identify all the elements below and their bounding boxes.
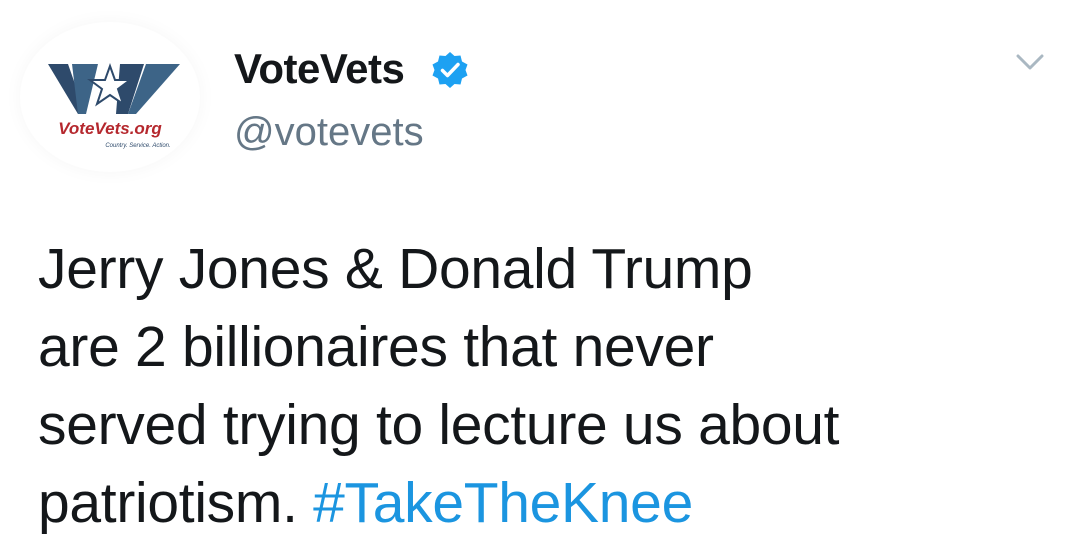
tweet-text-line: served trying to lecture us about — [38, 393, 840, 457]
display-name[interactable]: VoteVets — [234, 44, 405, 94]
tweet-text-line-last: patriotism. #TakeTheKnee — [38, 464, 1048, 542]
profile-avatar[interactable]: VoteVets.org Country. Service. Action. — [20, 22, 200, 172]
verified-badge-icon — [432, 52, 468, 88]
tweet-card: VoteVets.org Country. Service. Action. V… — [0, 0, 1070, 552]
tweet-text-line: patriotism. — [38, 471, 314, 535]
chevron-down-icon[interactable] — [1010, 44, 1050, 80]
logo-wordmark: VoteVets.org — [58, 119, 162, 138]
tweet-text-line: Jerry Jones & Donald Trump — [38, 237, 753, 301]
logo-tagline: Country. Service. Action. — [105, 143, 170, 149]
tweet-text-line: are 2 billionaires that never — [38, 315, 714, 379]
hashtag-link[interactable]: #TakeTheKnee — [313, 471, 693, 535]
tweet-text: Jerry Jones & Donald Trump are 2 billion… — [38, 230, 1048, 542]
user-handle[interactable]: @votevets — [234, 108, 424, 156]
votevets-logo: VoteVets.org Country. Service. Action. — [48, 63, 180, 149]
